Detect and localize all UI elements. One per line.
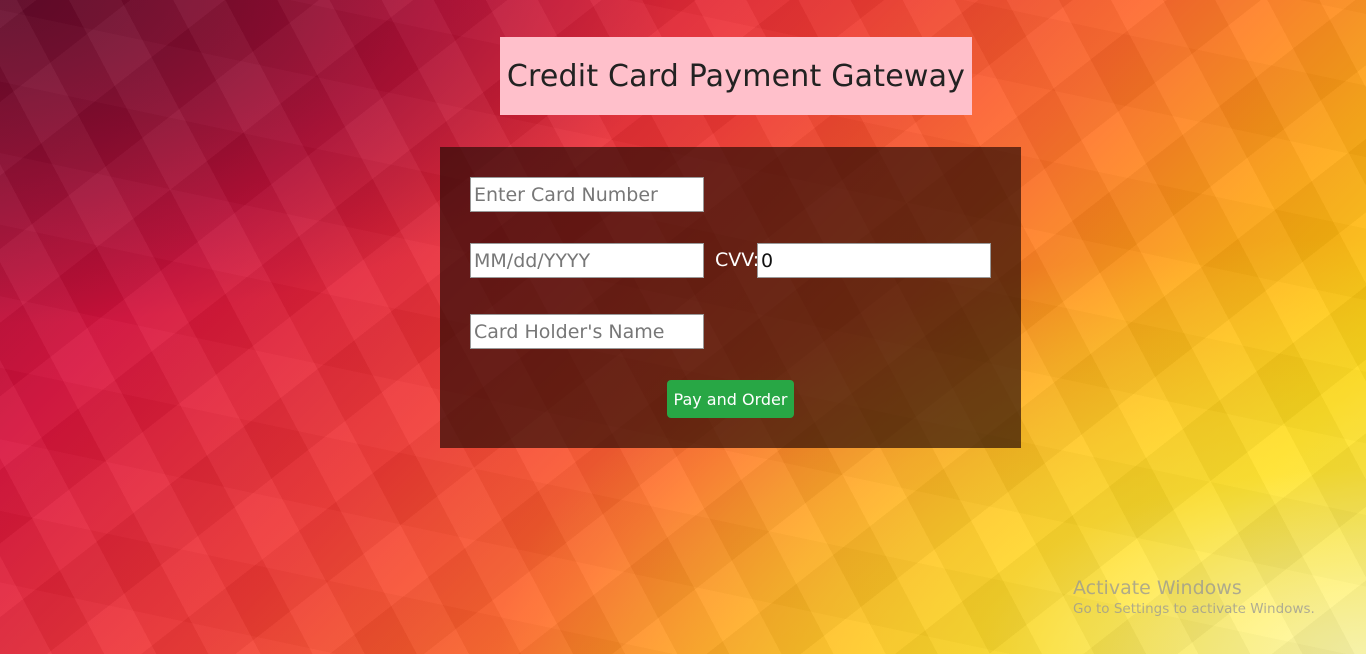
title-banner: Credit Card Payment Gateway [500, 37, 972, 115]
cvv-label: CVV: [715, 249, 760, 271]
watermark-subtitle: Go to Settings to activate Windows. [1073, 601, 1315, 617]
cvv-input[interactable] [757, 243, 991, 278]
pay-and-order-button[interactable]: Pay and Order [667, 380, 794, 418]
card-holder-name-input[interactable] [470, 314, 704, 349]
payment-form: CVV: Pay and Order [440, 147, 1021, 448]
activate-windows-watermark: Activate Windows Go to Settings to activ… [1073, 577, 1315, 619]
card-number-input[interactable] [470, 177, 704, 212]
expiry-date-input[interactable] [470, 243, 704, 278]
watermark-title: Activate Windows [1073, 577, 1242, 599]
page-title: Credit Card Payment Gateway [506, 58, 966, 94]
